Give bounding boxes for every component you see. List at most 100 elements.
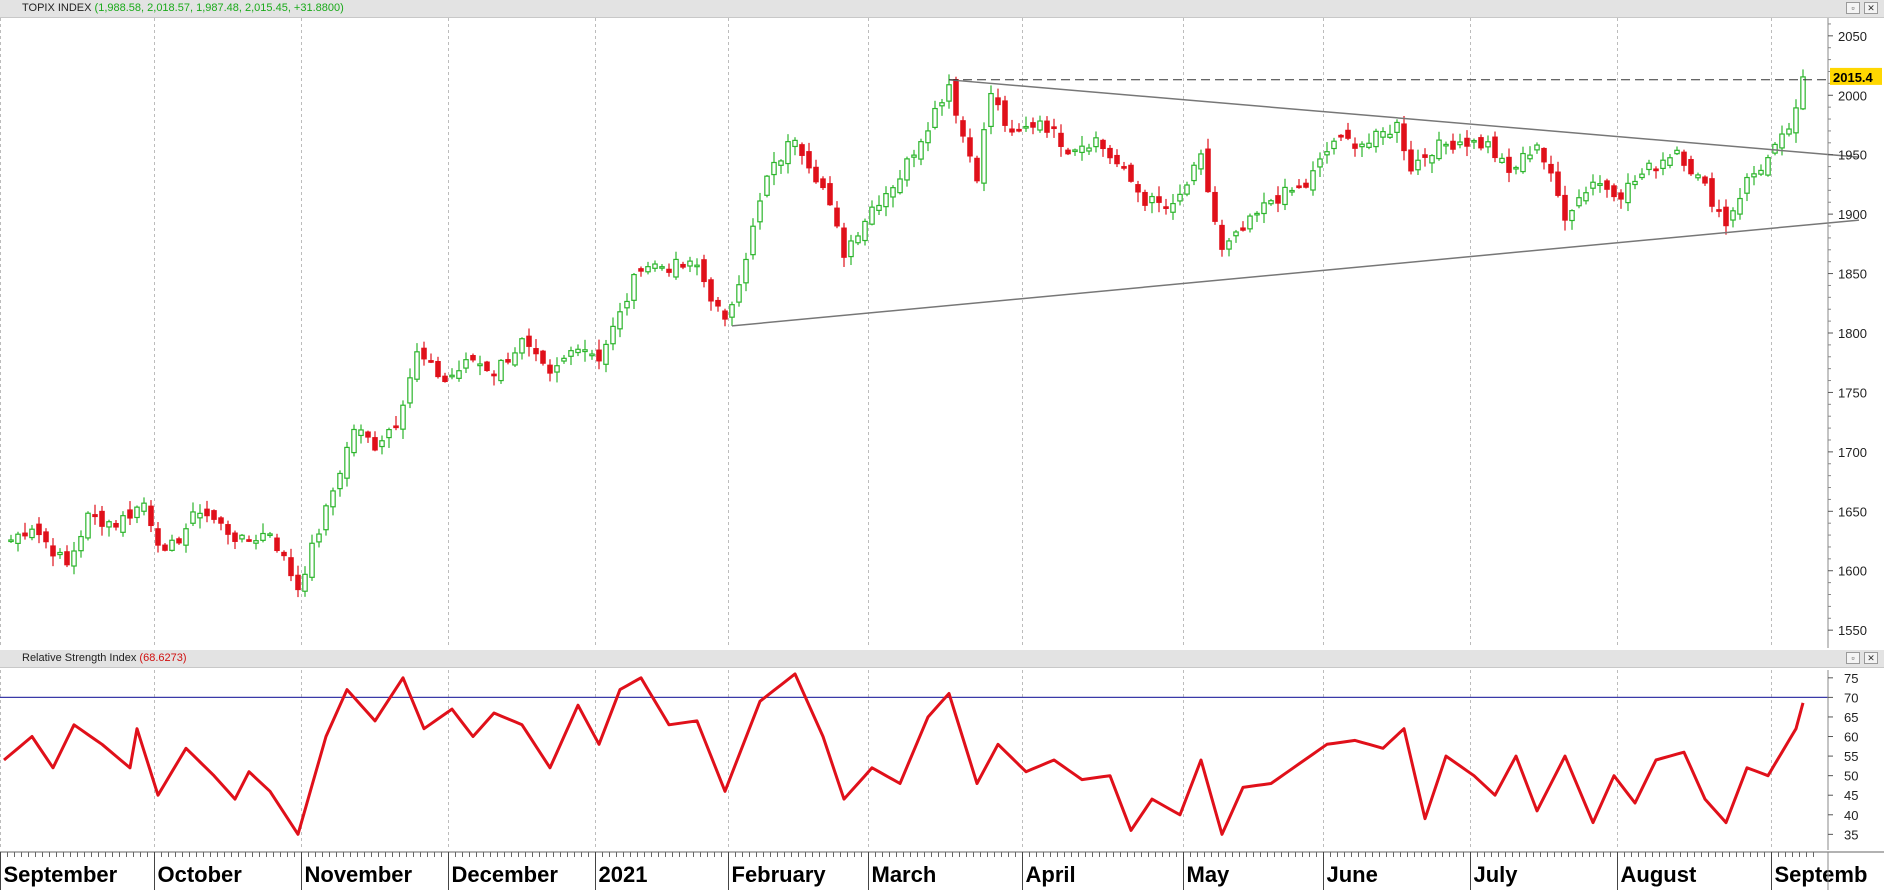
candle-body bbox=[1758, 169, 1764, 175]
candle-body bbox=[827, 183, 833, 206]
candle-body bbox=[1527, 154, 1533, 160]
candle-body bbox=[925, 130, 931, 144]
candle-body bbox=[1072, 149, 1078, 153]
candle-body bbox=[806, 151, 812, 169]
candle-body bbox=[288, 557, 294, 577]
candle-body bbox=[1184, 184, 1190, 195]
chart-canvas[interactable]: 1550 1600 1650 1700 1750 1800 1850 1900 1950 2000… bbox=[0, 0, 1884, 890]
candle-body bbox=[540, 350, 546, 364]
candle-body bbox=[869, 206, 875, 225]
candle-body bbox=[582, 349, 588, 353]
candle-body bbox=[225, 524, 231, 535]
candle-body bbox=[1289, 189, 1295, 193]
candle-body bbox=[701, 259, 707, 283]
candle-body bbox=[1366, 142, 1372, 148]
candle-body bbox=[1744, 176, 1750, 194]
candle-body bbox=[421, 347, 427, 360]
candle-body bbox=[358, 429, 364, 437]
candle-body bbox=[666, 268, 672, 273]
candle-body bbox=[8, 539, 14, 543]
candle-body bbox=[1177, 193, 1183, 202]
rsi-tick-label: 70 bbox=[1844, 690, 1858, 705]
candle-body bbox=[1359, 143, 1365, 148]
candle-body bbox=[1576, 197, 1582, 207]
candle-body bbox=[1443, 143, 1449, 147]
candle-body bbox=[1457, 141, 1463, 146]
candle-body bbox=[323, 505, 329, 531]
candle-body bbox=[29, 528, 35, 539]
x-tick-label: March bbox=[872, 862, 937, 887]
candle-body bbox=[36, 523, 42, 536]
candle-body bbox=[1569, 210, 1575, 222]
price-tick-label: 1800 bbox=[1838, 326, 1867, 341]
candle-body bbox=[498, 359, 504, 382]
candle-body bbox=[575, 348, 581, 354]
candle-body bbox=[722, 310, 728, 320]
candle-body bbox=[1065, 149, 1071, 155]
candle-body bbox=[792, 139, 798, 148]
candle-body bbox=[232, 532, 238, 542]
candle-body bbox=[1394, 121, 1400, 133]
candle-body bbox=[351, 428, 357, 454]
candle-body bbox=[484, 361, 490, 372]
candle-body bbox=[1618, 192, 1624, 200]
candle-body bbox=[190, 511, 196, 524]
candle-body bbox=[211, 510, 217, 520]
candle-body bbox=[1611, 185, 1617, 198]
x-tick-label: April bbox=[1026, 862, 1076, 887]
candle-body bbox=[1401, 123, 1407, 152]
candle-body bbox=[1485, 141, 1491, 148]
candle-body bbox=[1310, 170, 1316, 191]
candle-body bbox=[1520, 152, 1526, 173]
candle-body bbox=[456, 370, 462, 379]
candle-body bbox=[379, 440, 385, 448]
candle-body bbox=[1562, 194, 1568, 221]
rsi-tick-label: 75 bbox=[1844, 671, 1858, 686]
candle-body bbox=[85, 512, 91, 539]
x-tick-label: February bbox=[732, 862, 827, 887]
candle-body bbox=[862, 220, 868, 242]
candle-body bbox=[1205, 148, 1211, 193]
candle-body bbox=[1653, 168, 1659, 172]
candle-body bbox=[1506, 156, 1512, 173]
candle-body bbox=[22, 532, 28, 537]
candle-body bbox=[78, 535, 84, 552]
candle-body bbox=[1380, 131, 1386, 138]
candle-body bbox=[1751, 173, 1757, 178]
candle-body bbox=[561, 357, 567, 362]
candle-body bbox=[1625, 182, 1631, 204]
candle-body bbox=[897, 178, 903, 194]
candle-body bbox=[407, 377, 413, 404]
candle-body bbox=[1471, 139, 1477, 143]
candle-body bbox=[1723, 206, 1729, 227]
price-tick-label: 2050 bbox=[1838, 29, 1867, 44]
candle-body bbox=[505, 359, 511, 363]
candle-body bbox=[393, 425, 399, 429]
candle-body bbox=[1422, 154, 1428, 158]
candle-body bbox=[330, 490, 336, 508]
candle-body bbox=[1100, 139, 1106, 150]
candle-body bbox=[204, 508, 210, 517]
candle-body bbox=[904, 158, 910, 181]
candle-body bbox=[372, 437, 378, 451]
candle-body bbox=[1044, 120, 1050, 133]
candle-body bbox=[1660, 159, 1666, 170]
candle-body bbox=[1779, 133, 1785, 149]
candle-body bbox=[176, 538, 182, 544]
candle-body bbox=[1247, 215, 1253, 230]
candle-body bbox=[1415, 159, 1421, 171]
candle-body bbox=[617, 311, 623, 330]
candle-body bbox=[1786, 128, 1792, 135]
candle-body bbox=[113, 522, 119, 528]
candle-body bbox=[400, 404, 406, 430]
candle-body bbox=[1499, 157, 1505, 164]
candle-body bbox=[1191, 164, 1197, 182]
x-tick-label: September bbox=[4, 862, 118, 887]
candle-body bbox=[1534, 144, 1540, 151]
candle-body bbox=[911, 154, 917, 158]
candle-body bbox=[1030, 122, 1036, 128]
candle-body bbox=[1373, 130, 1379, 148]
trendline-overlays bbox=[731, 79, 1860, 327]
axes: 1550 1600 1650 1700 1750 1800 1850 1900 1950 2000… bbox=[0, 18, 1884, 890]
candle-body bbox=[568, 350, 574, 357]
